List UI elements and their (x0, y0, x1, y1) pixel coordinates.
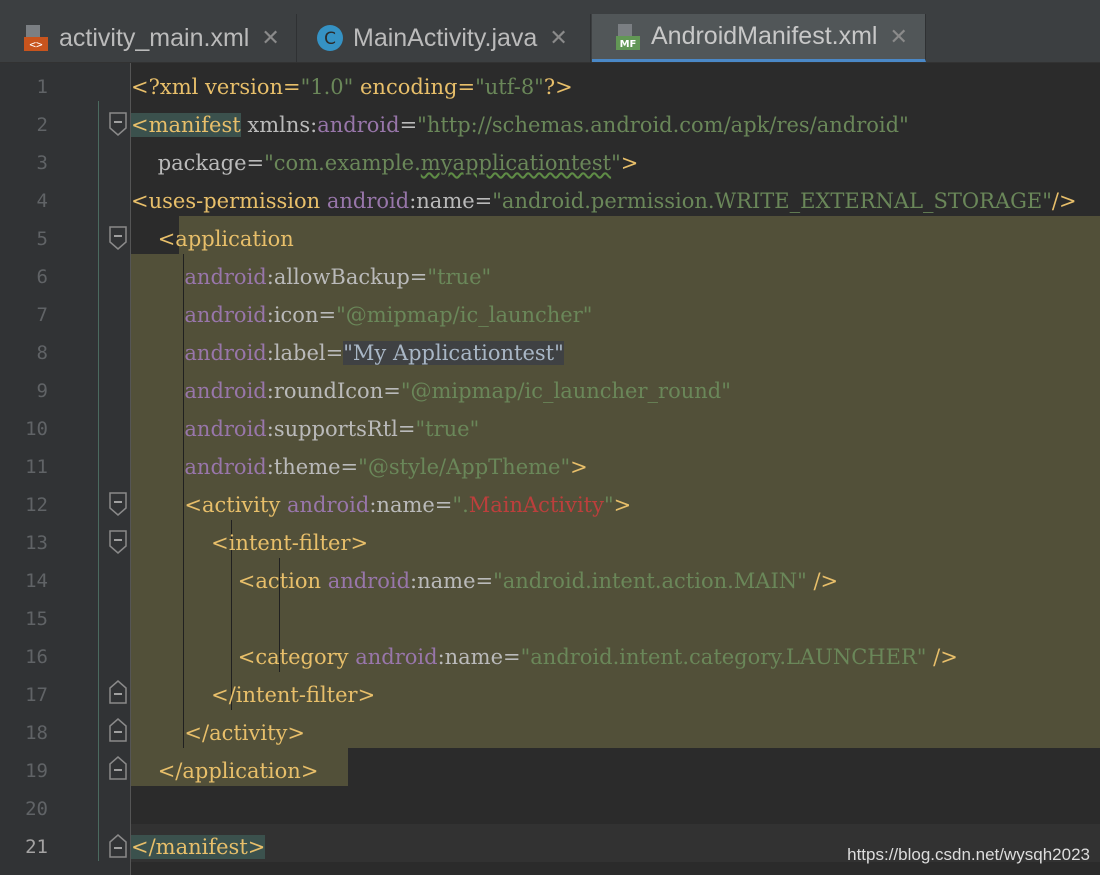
java-class-icon: C (317, 25, 343, 51)
fold-close-icon[interactable] (107, 718, 129, 742)
line-number: 17 (25, 684, 48, 706)
svg-text:C: C (324, 29, 336, 49)
line-number: 11 (25, 456, 48, 478)
code-line-19: </application> (157, 759, 319, 783)
fold-open-icon[interactable] (107, 492, 129, 516)
line-number: 2 (36, 114, 48, 136)
code-line-1: <?xml version="1.0" encoding="utf-8"?> (131, 75, 573, 99)
code-line-14: <action android:name="android.intent.act… (131, 569, 839, 593)
line-number: 16 (25, 646, 48, 668)
line-number: 9 (36, 380, 48, 402)
code-editor[interactable]: <?xml version="1.0" encoding="utf-8"?> <… (131, 63, 1100, 875)
tab-activity-main-xml[interactable]: <> activity_main.xml ✕ (0, 14, 297, 62)
editor-tab-bar: <> activity_main.xml ✕ C MainActivity.ja… (0, 0, 1100, 63)
line-number: 18 (25, 722, 48, 744)
line-number: 15 (25, 608, 48, 630)
fold-close-icon[interactable] (107, 834, 129, 858)
line-number: 10 (25, 418, 48, 440)
fold-open-icon[interactable] (107, 530, 129, 554)
manifest-file-icon: MF (616, 23, 640, 50)
line-number: 3 (36, 152, 48, 174)
line-number: 14 (25, 570, 48, 592)
line-number: 12 (25, 494, 48, 516)
close-icon[interactable]: ✕ (261, 25, 279, 51)
tab-android-manifest-xml[interactable]: MF AndroidManifest.xml ✕ (592, 14, 926, 62)
line-number: 7 (36, 304, 48, 326)
watermark-url: https://blog.csdn.net/wysqh2023 (847, 845, 1090, 864)
fold-close-icon[interactable] (107, 680, 129, 704)
code-line-3: package="com.example.myapplicationtest"> (131, 151, 639, 175)
code-line-8: android:label="My Applicationtest" (184, 341, 564, 365)
line-number: 20 (25, 798, 48, 820)
line-number: 6 (36, 266, 48, 288)
tab-label: MainActivity.java (353, 23, 538, 52)
code-line-21: </manifest> (131, 835, 266, 859)
code-line-4: <uses-permission android:name="android.p… (131, 189, 1077, 213)
code-line-9: android:roundIcon="@mipmap/ic_launcher_r… (184, 379, 731, 403)
xml-layout-icon: <> (24, 25, 48, 51)
code-line-2: <manifest xmlns:android="http://schemas.… (131, 113, 909, 137)
tab-label: AndroidManifest.xml (651, 22, 878, 50)
fold-open-icon[interactable] (107, 226, 129, 250)
code-line-11: android:theme="@style/AppTheme"> (184, 455, 588, 479)
close-icon[interactable]: ✕ (889, 24, 907, 50)
tab-main-activity-java[interactable]: C MainActivity.java ✕ (298, 14, 591, 62)
code-line-17: </intent-filter> (131, 683, 376, 707)
line-number: 1 (36, 76, 48, 98)
code-line-12: <activity android:name=".MainActivity"> (131, 493, 632, 517)
code-line-16: <category android:name="android.intent.c… (131, 645, 958, 669)
line-number: 13 (25, 532, 48, 554)
line-number-gutter: 1 2 3 4 5 6 7 8 9 10 11 12 13 14 15 16 1… (0, 63, 131, 875)
line-number: 21 (25, 836, 48, 858)
code-line-13: <intent-filter> (131, 531, 369, 555)
close-icon[interactable]: ✕ (549, 25, 567, 51)
line-number: 8 (36, 342, 48, 364)
fold-close-icon[interactable] (107, 756, 129, 780)
svg-text:<>: <> (29, 38, 43, 51)
code-line-18: </activity> (131, 721, 305, 745)
code-line-7: android:icon="@mipmap/ic_launcher" (184, 303, 593, 327)
line-number: 19 (25, 760, 48, 782)
block-highlight (179, 216, 1100, 254)
fold-guide (98, 101, 99, 861)
tab-label: activity_main.xml (59, 23, 250, 52)
line-number: 4 (36, 190, 48, 212)
code-line-6: android:allowBackup="true" (184, 265, 492, 289)
line-number: 5 (36, 228, 48, 250)
svg-text:MF: MF (620, 39, 637, 50)
code-line-10: android:supportsRtl="true" (184, 417, 480, 441)
code-line-5: <application (157, 227, 294, 251)
fold-open-icon[interactable] (107, 112, 129, 136)
